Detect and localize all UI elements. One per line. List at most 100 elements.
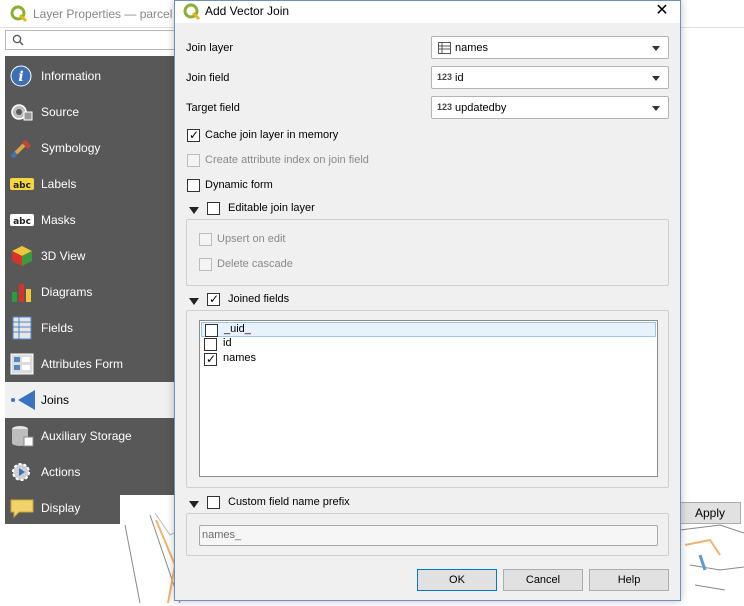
cancel-button[interactable]: Cancel (503, 569, 583, 591)
dynamic-form-checkbox[interactable] (187, 179, 200, 192)
joined-fields-list: _uid_ id ✓ names (199, 320, 658, 477)
editable-join-layer-group: Upsert on edit Delete cascade (186, 219, 669, 286)
sidebar-item-joins[interactable]: Joins (5, 382, 175, 418)
fields-icon (12, 316, 32, 340)
collapse-triangle-icon[interactable] (189, 207, 199, 214)
sidebar-item-source[interactable]: Source (5, 94, 175, 130)
svg-text:i: i (18, 69, 23, 85)
chevron-down-icon (652, 46, 660, 51)
table-layer-icon (438, 42, 451, 54)
checkmark-icon: ✓ (189, 128, 200, 142)
collapse-triangle-icon[interactable] (189, 501, 199, 508)
sidebar-item-symbology[interactable]: Symbology (5, 130, 175, 166)
qgis-logo-icon (10, 5, 28, 26)
diagrams-icon (12, 284, 31, 302)
integer-type-icon: 123 (437, 102, 453, 112)
field-checkbox[interactable]: ✓ (204, 352, 217, 366)
sidebar-item-information[interactable]: i Information (5, 58, 175, 94)
sidebar-item-label: Fields (41, 321, 74, 335)
join-layer-combo[interactable]: names (431, 36, 669, 59)
target-field-label: Target field (186, 102, 240, 114)
sidebar-item-actions[interactable]: Actions (5, 454, 175, 490)
apply-button[interactable]: Apply (679, 502, 741, 524)
cache-join-layer-label: Cache join layer in memory (205, 129, 339, 141)
list-item[interactable]: _uid_ (201, 322, 656, 337)
sidebar-item-label: Source (41, 105, 80, 119)
layer-properties-sidebar: i Information Source Symbology abc Label… (5, 56, 175, 524)
sidebar-item-label: Information (41, 69, 102, 83)
upsert-on-edit-label: Upsert on edit (217, 233, 286, 245)
custom-prefix-input[interactable]: names_ (199, 525, 658, 546)
sidebar-item-label: Masks (41, 213, 76, 227)
joined-fields-label: Joined fields (228, 293, 290, 305)
checkmark-icon: ✓ (206, 352, 217, 366)
checkmark-icon: ✓ (209, 292, 220, 306)
chevron-down-icon (652, 106, 660, 111)
joined-fields-checkbox[interactable]: ✓ (207, 292, 220, 306)
auxiliary-storage-icon (12, 426, 34, 447)
cache-join-layer-checkbox[interactable]: ✓ (187, 128, 200, 142)
editable-join-layer-checkbox[interactable] (207, 202, 220, 215)
3d-view-icon (12, 246, 32, 266)
sidebar-item-label: Auxiliary Storage (41, 429, 132, 443)
sidebar-item-attributes-form[interactable]: Attributes Form (5, 346, 175, 382)
editable-join-layer-label: Editable join layer (228, 202, 315, 214)
upsert-on-edit-checkbox[interactable] (199, 233, 212, 246)
sidebar-item-3d-view[interactable]: 3D View (5, 238, 175, 274)
sidebar-item-masks[interactable]: abc Masks (5, 202, 175, 238)
sidebar-item-label: Attributes Form (41, 357, 124, 371)
field-name: id (223, 337, 232, 349)
labels-icon: abc (10, 178, 34, 191)
qgis-logo-icon (183, 3, 201, 24)
svg-text:abc: abc (13, 217, 31, 227)
sidebar-item-auxiliary-storage[interactable]: Auxiliary Storage (5, 418, 175, 454)
collapse-triangle-icon[interactable] (189, 298, 199, 305)
delete-cascade-checkbox[interactable] (199, 258, 212, 271)
join-layer-value: names (455, 42, 489, 54)
masks-icon: abc (10, 214, 34, 227)
display-icon (10, 499, 34, 519)
joins-icon (11, 390, 35, 410)
sidebar-item-label: Display (41, 501, 81, 515)
search-icon (12, 34, 24, 46)
svg-text:abc: abc (13, 181, 31, 191)
dialog-title: Add Vector Join (205, 4, 290, 18)
join-field-combo[interactable]: 123 id (431, 66, 669, 89)
attribute-index-label: Create attribute index on join field (205, 154, 369, 166)
join-field-value: id (455, 72, 464, 84)
sidebar-item-diagrams[interactable]: Diagrams (5, 274, 175, 310)
close-icon[interactable]: ✕ (652, 1, 672, 21)
integer-type-icon: 123 (437, 72, 453, 82)
help-button[interactable]: Help (589, 569, 669, 591)
join-field-label: Join field (186, 72, 230, 84)
delete-cascade-label: Delete cascade (217, 258, 293, 270)
dialog-titlebar: Add Vector Join ✕ (175, 1, 680, 23)
sidebar-item-fields[interactable]: Fields (5, 310, 175, 346)
list-item[interactable]: ✓ names (201, 352, 656, 367)
dynamic-form-label: Dynamic form (205, 179, 273, 191)
target-field-value: updatedby (455, 102, 507, 114)
target-field-combo[interactable]: 123 updatedby (431, 96, 669, 119)
sidebar-item-label: Joins (41, 393, 70, 407)
field-checkbox[interactable] (205, 324, 218, 337)
sidebar-item-label: Symbology (41, 141, 101, 155)
sidebar-item-label: Diagrams (41, 285, 93, 299)
field-name: names (223, 352, 257, 364)
ok-button[interactable]: OK (417, 569, 497, 591)
list-item[interactable]: id (201, 337, 656, 352)
symbology-icon (10, 140, 31, 159)
sidebar-item-labels[interactable]: abc Labels (5, 166, 175, 202)
attributes-form-icon (10, 353, 34, 375)
sidebar-search-input[interactable] (5, 30, 180, 50)
info-icon: i (10, 65, 32, 87)
source-icon (11, 104, 33, 121)
custom-prefix-checkbox[interactable] (207, 496, 220, 509)
custom-prefix-label: Custom field name prefix (228, 496, 350, 508)
join-layer-label: Join layer (186, 42, 234, 54)
sidebar-item-label: Labels (41, 177, 77, 191)
sidebar-item-label: 3D View (41, 249, 86, 263)
field-checkbox[interactable] (204, 338, 217, 351)
attribute-index-checkbox[interactable] (187, 154, 200, 167)
add-vector-join-dialog: Add Vector Join ✕ Join layer names Join … (174, 0, 681, 601)
actions-icon (12, 463, 30, 481)
